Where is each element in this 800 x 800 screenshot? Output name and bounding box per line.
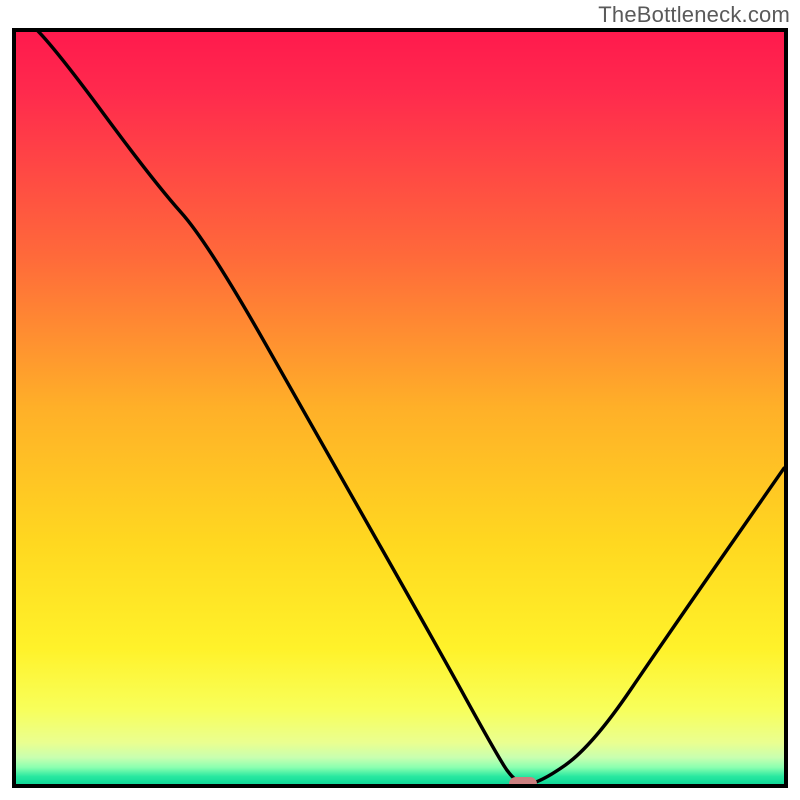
chart-frame: TheBottleneck.com	[0, 0, 800, 800]
plot-area	[12, 28, 788, 788]
curve-layer	[16, 32, 784, 784]
bottleneck-curve	[16, 32, 784, 784]
watermark-text: TheBottleneck.com	[598, 2, 790, 28]
optimal-point-marker	[509, 777, 537, 788]
